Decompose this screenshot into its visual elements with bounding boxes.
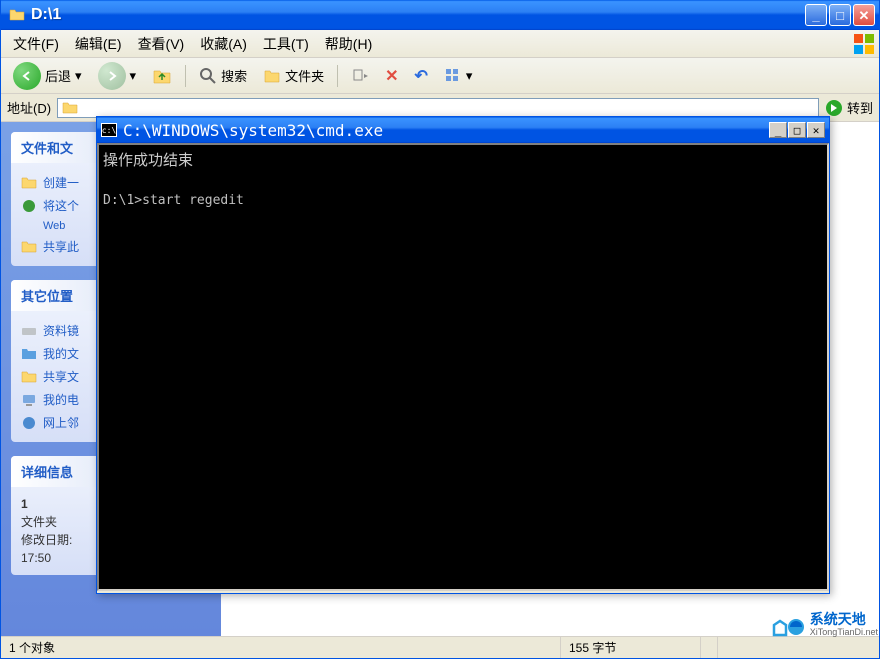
cmd-icon: c:\ — [101, 123, 117, 137]
status-objects: 1 个对象 — [1, 637, 561, 658]
computer-icon — [21, 392, 37, 408]
back-button[interactable]: 后退 ▾ — [7, 59, 88, 93]
maximize-button[interactable]: □ — [829, 4, 851, 26]
back-label: 后退 — [45, 66, 71, 85]
places-title: 其它位置 — [21, 286, 73, 305]
menubar: 文件(F) 编辑(E) 查看(V) 收藏(A) 工具(T) 帮助(H) — [1, 30, 879, 58]
toolbar-separator — [337, 65, 338, 87]
tasks-title: 文件和文 — [21, 138, 73, 157]
folders-label: 文件夹 — [285, 66, 324, 85]
cmd-blank — [103, 172, 823, 192]
folder-up-icon — [152, 66, 172, 86]
folders-button[interactable]: 文件夹 — [257, 63, 330, 88]
menu-tools[interactable]: 工具(T) — [255, 30, 317, 58]
folder-icon — [9, 7, 25, 23]
move-icon — [351, 67, 369, 85]
status-size: 155 字节 — [561, 637, 701, 658]
explorer-titlebar[interactable]: D:\1 _ □ ✕ — [1, 0, 879, 30]
new-folder-icon — [21, 175, 37, 191]
web-icon — [21, 198, 37, 214]
cmd-titlebar[interactable]: c:\ C:\WINDOWS\system32\cmd.exe _ □ ✕ — [97, 117, 829, 143]
minimize-button[interactable]: _ — [805, 4, 827, 26]
delete-button[interactable]: ✕ — [379, 63, 404, 89]
cmd-minimize-button[interactable]: _ — [769, 122, 787, 138]
menu-help[interactable]: 帮助(H) — [317, 30, 380, 58]
forward-button[interactable]: ▾ — [92, 59, 143, 93]
cmd-window: c:\ C:\WINDOWS\system32\cmd.exe _ □ ✕ 操作… — [96, 116, 830, 594]
views-dropdown-icon: ▾ — [466, 68, 473, 84]
windows-flag-icon — [853, 33, 875, 55]
cmd-title: C:\WINDOWS\system32\cmd.exe — [123, 121, 768, 140]
go-button[interactable]: 转到 — [825, 98, 873, 117]
menu-file[interactable]: 文件(F) — [5, 30, 67, 58]
cmd-terminal[interactable]: 操作成功结束 D:\1>start regedit — [97, 143, 829, 591]
details-title: 详细信息 — [21, 462, 73, 481]
menu-view[interactable]: 查看(V) — [130, 30, 193, 58]
views-button[interactable]: ▾ — [438, 64, 479, 88]
statusbar: 1 个对象 155 字节 — [1, 636, 879, 658]
cmd-output: 操作成功结束 — [103, 149, 823, 172]
forward-arrow-icon — [98, 62, 126, 90]
folders-icon — [263, 67, 281, 85]
network-icon — [21, 415, 37, 431]
window-title: D:\1 — [29, 6, 805, 24]
watermark-cn: 系统天地 — [810, 612, 878, 627]
address-label: 地址(D) — [7, 98, 51, 117]
forward-dropdown-icon: ▾ — [130, 68, 137, 84]
toolbar-separator — [185, 65, 186, 87]
go-label: 转到 — [847, 98, 873, 117]
search-button[interactable]: 搜索 — [193, 63, 253, 88]
shared-folder-icon — [21, 369, 37, 385]
cmd-close-button[interactable]: ✕ — [807, 122, 825, 138]
share-folder-icon — [21, 239, 37, 255]
menu-favorites[interactable]: 收藏(A) — [192, 30, 255, 58]
views-icon — [444, 67, 462, 85]
go-arrow-icon — [825, 99, 843, 117]
undo-button[interactable]: ↶ — [409, 63, 434, 89]
close-button[interactable]: ✕ — [853, 4, 875, 26]
search-icon — [199, 67, 217, 85]
watermark-logo-icon — [770, 611, 806, 639]
address-input[interactable] — [57, 98, 819, 118]
toolbar: 后退 ▾ ▾ 搜索 文件夹 ✕ ↶ ▾ — [1, 58, 879, 94]
undo-icon: ↶ — [415, 66, 428, 86]
drive-icon — [21, 323, 37, 339]
search-label: 搜索 — [221, 66, 247, 85]
cmd-prompt: D:\1>start regedit — [103, 191, 823, 211]
folder-icon — [62, 100, 78, 116]
menu-edit[interactable]: 编辑(E) — [67, 30, 130, 58]
watermark: 系统天地 XiTongTianDi.net — [770, 611, 878, 639]
status-zone — [701, 637, 718, 658]
back-dropdown-icon: ▾ — [75, 68, 82, 84]
up-button[interactable] — [146, 63, 178, 89]
back-arrow-icon — [13, 62, 41, 90]
delete-icon: ✕ — [385, 66, 398, 86]
watermark-en: XiTongTianDi.net — [810, 628, 878, 638]
documents-icon — [21, 346, 37, 362]
cmd-maximize-button[interactable]: □ — [788, 122, 806, 138]
move-button[interactable] — [345, 64, 375, 88]
